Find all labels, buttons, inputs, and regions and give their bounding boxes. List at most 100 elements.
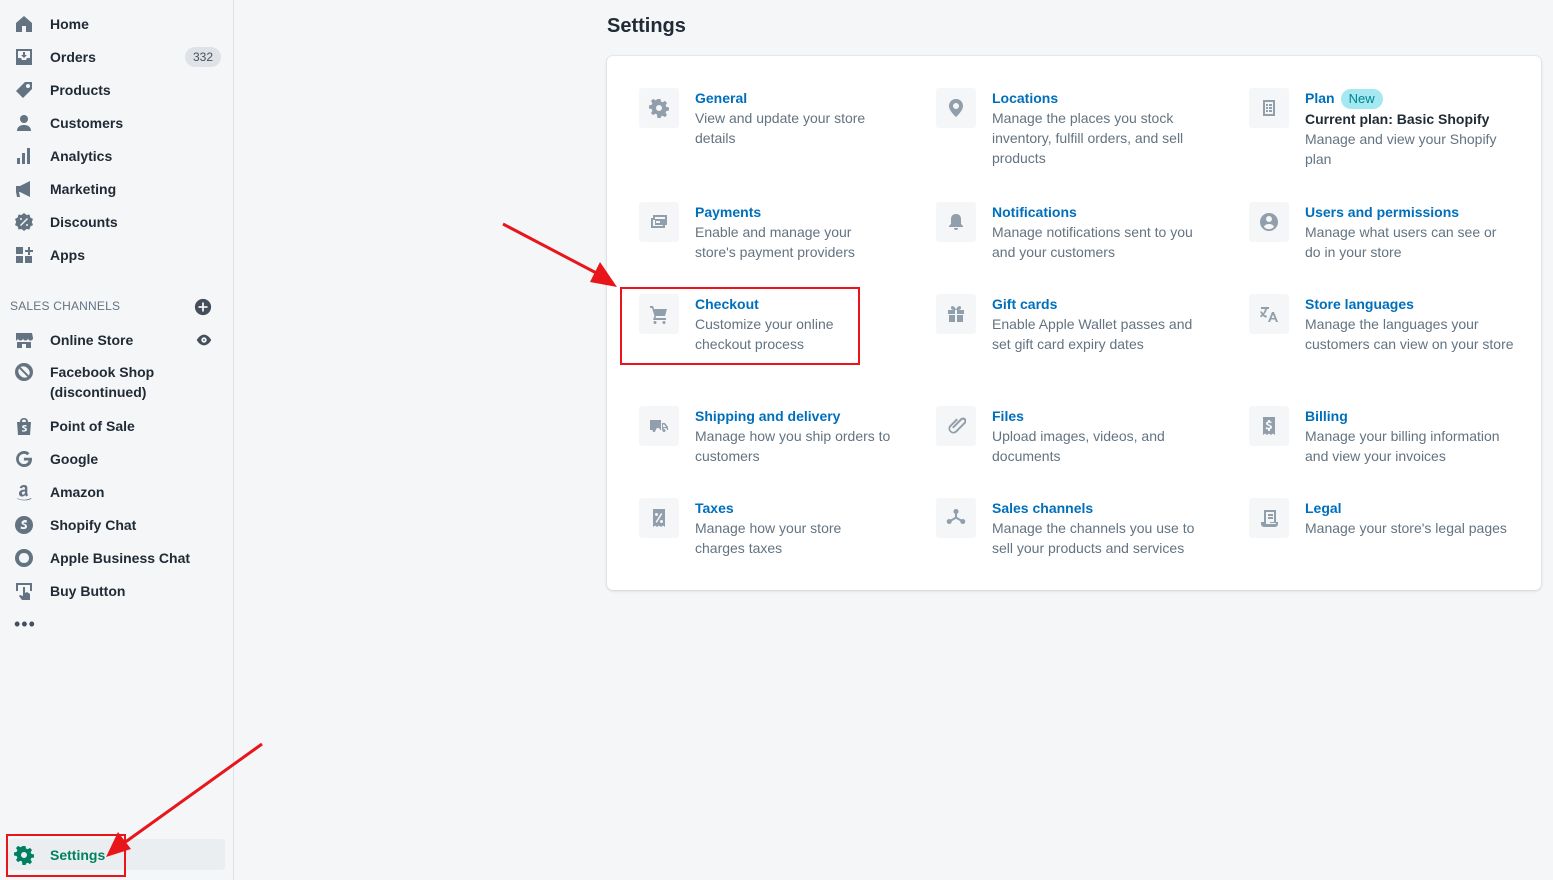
sidebar-item-home[interactable]: Home (0, 7, 234, 40)
sidebar-item-apple-business-chat[interactable]: Apple Business Chat (0, 541, 234, 574)
sidebar-item-facebook-shop[interactable]: Facebook Shop (discontinued) (0, 356, 234, 408)
sidebar-item-point-of-sale[interactable]: Point of Sale (0, 409, 234, 442)
sidebar-item-label: Products (50, 81, 111, 98)
home-icon (14, 14, 34, 34)
setting-title: Shipping and delivery (695, 408, 841, 424)
amazon-icon (14, 482, 34, 502)
channels-icon (936, 498, 976, 538)
blocked-icon (14, 362, 34, 382)
current-plan-text: Current plan: Basic Shopify (1305, 111, 1490, 127)
setting-title: Store languages (1305, 296, 1414, 312)
setting-description: Upload images, videos, and documents (992, 428, 1165, 464)
sidebar-item-shopify-chat[interactable]: Shopify Chat (0, 508, 234, 541)
setting-description: Manage the places you stock inventory, f… (992, 110, 1184, 166)
more-channels-button[interactable]: ••• (14, 614, 36, 635)
sidebar-item-label: Marketing (50, 180, 117, 197)
arrow-to-checkout-line (502, 222, 605, 279)
setting-title: General (695, 90, 748, 106)
sidebar-item-customers[interactable]: Customers (0, 106, 234, 139)
apps-icon (14, 245, 34, 265)
setting-title: Plan New (1305, 88, 1515, 109)
bar-chart-icon (14, 146, 34, 166)
orders-icon (14, 47, 34, 67)
plan-icon (1249, 88, 1289, 128)
setting-title: Taxes (695, 500, 734, 516)
setting-description: Manage your store's legal pages (1305, 520, 1507, 536)
sidebar-item-label: Home (50, 15, 89, 32)
sidebar-item-label: Apple Business Chat (50, 549, 191, 566)
checkout-highlight-box (620, 287, 860, 365)
setting-description: View and update your store details (695, 110, 866, 146)
sidebar-item-label: Point of Sale (50, 417, 135, 434)
shopify-bag-icon (14, 416, 34, 436)
setting-title: Sales channels (992, 500, 1094, 516)
setting-description: Manage the channels you use to sell your… (992, 520, 1195, 556)
setting-description: Manage how your store charges taxes (695, 520, 842, 556)
billing-icon (1249, 406, 1289, 446)
sidebar: Home Orders 332 Products Customers Analy… (0, 0, 234, 880)
legal-icon (1249, 498, 1289, 538)
buy-button-icon (14, 581, 34, 601)
megaphone-icon (14, 179, 34, 199)
sidebar-item-label: Discounts (50, 213, 118, 230)
orders-count-badge: 332 (184, 46, 221, 67)
sidebar-item-buy-button[interactable]: Buy Button (0, 574, 234, 607)
setting-title: Notifications (992, 204, 1077, 220)
sidebar-item-analytics[interactable]: Analytics (0, 139, 234, 172)
add-channel-icon[interactable] (194, 298, 212, 316)
plan-title: Plan (1305, 90, 1335, 106)
tax-icon (639, 498, 679, 538)
setting-description: Manage what users can see or do in your … (1305, 224, 1497, 260)
sidebar-item-online-store[interactable]: Online Store (0, 323, 234, 356)
sidebar-item-products[interactable]: Products (0, 73, 234, 106)
setting-description: Manage and view your Shopify plan (1305, 131, 1497, 167)
setting-description: Enable and manage your store's payment p… (695, 224, 855, 260)
setting-title: Payments (695, 204, 762, 220)
sidebar-item-label: Apps (50, 246, 85, 263)
sidebar-item-marketing[interactable]: Marketing (0, 172, 234, 205)
sales-channels-heading: SALES CHANNELS (10, 299, 121, 313)
setting-description: Manage your billing information and view… (1305, 428, 1500, 464)
setting-description: Manage notifications sent to you and you… (992, 224, 1193, 260)
payments-icon (639, 202, 679, 242)
sidebar-item-google[interactable]: Google (0, 442, 234, 475)
new-badge: New (1340, 89, 1383, 109)
settings-highlight-box (6, 834, 126, 877)
sidebar-item-label: Shopify Chat (50, 516, 137, 533)
sidebar-item-amazon[interactable]: Amazon (0, 475, 234, 508)
user-circle-icon (1249, 202, 1289, 242)
tag-icon (14, 80, 34, 100)
setting-title: Legal (1305, 500, 1342, 516)
sidebar-item-label: Buy Button (50, 582, 126, 599)
bell-icon (936, 202, 976, 242)
google-icon (14, 449, 34, 469)
setting-title: Files (992, 408, 1024, 424)
setting-title: Locations (992, 90, 1059, 106)
setting-description: Manage the languages your customers can … (1305, 316, 1514, 352)
location-pin-icon (936, 88, 976, 128)
sidebar-item-label: Customers (50, 114, 124, 131)
sidebar-item-orders[interactable]: Orders 332 (0, 40, 234, 73)
setting-description: Enable Apple Wallet passes and set gift … (992, 316, 1193, 352)
sidebar-item-label-line2: (discontinued) (50, 384, 147, 400)
setting-title: Billing (1305, 408, 1348, 424)
page-title: Settings (607, 15, 686, 37)
gift-icon (936, 294, 976, 334)
paperclip-icon (936, 406, 976, 446)
setting-description: Manage how you ship orders to customers (695, 428, 891, 464)
shopify-chat-icon (14, 515, 34, 535)
sidebar-item-apps[interactable]: Apps (0, 238, 234, 271)
sidebar-item-discounts[interactable]: Discounts (0, 205, 234, 238)
truck-icon (639, 406, 679, 446)
store-icon (14, 330, 34, 350)
gear-icon (639, 88, 679, 128)
sidebar-item-label: Orders (50, 48, 96, 65)
person-icon (14, 113, 34, 133)
discount-icon (14, 212, 34, 232)
translate-icon (1249, 294, 1289, 334)
setting-title: Users and permissions (1305, 204, 1460, 220)
sidebar-item-label: Analytics (50, 147, 113, 164)
chat-bubble-icon (14, 548, 34, 568)
eye-icon[interactable] (195, 331, 213, 349)
sidebar-item-label: Facebook Shop (50, 364, 155, 380)
